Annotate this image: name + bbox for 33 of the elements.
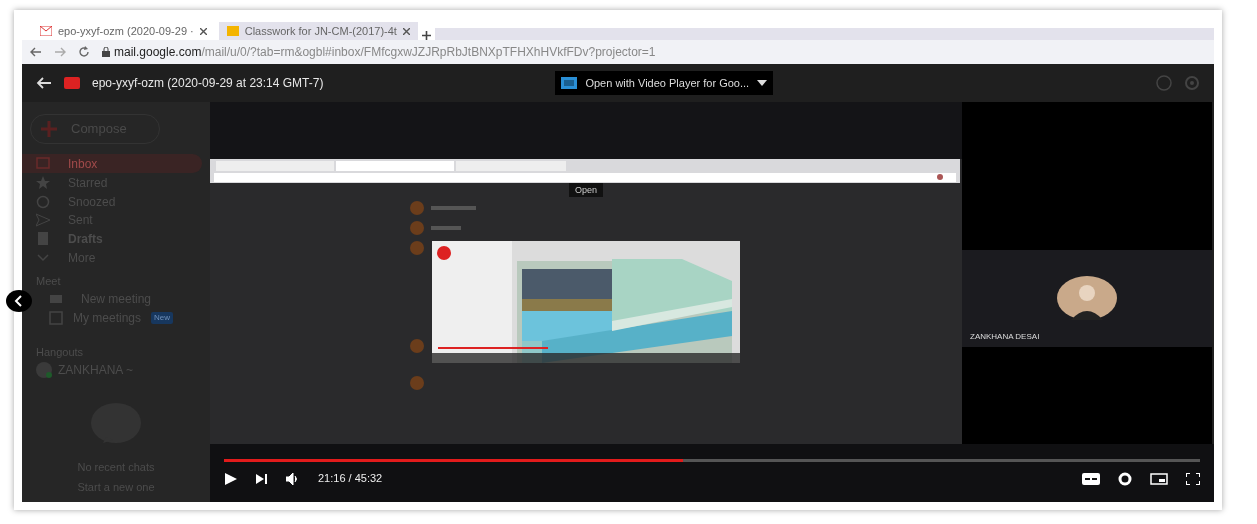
chevron-left-icon (14, 295, 24, 307)
captions-icon[interactable] (1082, 472, 1100, 485)
fullscreen-icon[interactable] (1186, 472, 1200, 485)
open-with-button[interactable]: Open with Video Player for Goo... (555, 70, 774, 96)
mail-icon (40, 26, 52, 36)
document-icon (36, 232, 50, 247)
avatar (36, 361, 52, 378)
tab-title: epo-yxyf-ozm (2020-09-29 · (58, 23, 194, 39)
time-display: 21:16 / 45:32 (318, 471, 383, 487)
plus-icon (41, 121, 57, 138)
tab-title: Classwork for JN-CM-(2017)-4t (244, 23, 397, 39)
new-badge: New (151, 312, 174, 325)
reload-icon[interactable] (78, 46, 90, 58)
caret-icon (757, 80, 768, 86)
next-icon[interactable] (256, 473, 268, 484)
screen-icon (561, 77, 578, 89)
sidebar-item[interactable]: Inbox (22, 154, 202, 174)
classroom-icon (226, 26, 239, 36)
avatar (1057, 276, 1117, 320)
open-button[interactable]: Open (569, 183, 603, 197)
lock-icon (102, 47, 110, 57)
volume-icon[interactable] (286, 472, 300, 485)
close-icon[interactable] (402, 27, 410, 35)
file-title: epo-yxyf-ozm (2020-09-29 at 23:14 GMT-7) (92, 75, 324, 92)
progress-bar[interactable] (224, 459, 1200, 463)
collapse-button[interactable] (6, 290, 32, 312)
browser-tab[interactable]: Classwork for JN-CM-(2017)-4t (218, 22, 418, 40)
participant-name: ZANKHANA DESAI (970, 331, 1040, 343)
send-icon (36, 213, 50, 228)
star-icon (36, 175, 50, 190)
miniplayer-icon[interactable] (1150, 472, 1168, 485)
play-icon[interactable] (224, 471, 238, 486)
close-icon[interactable] (199, 27, 207, 35)
